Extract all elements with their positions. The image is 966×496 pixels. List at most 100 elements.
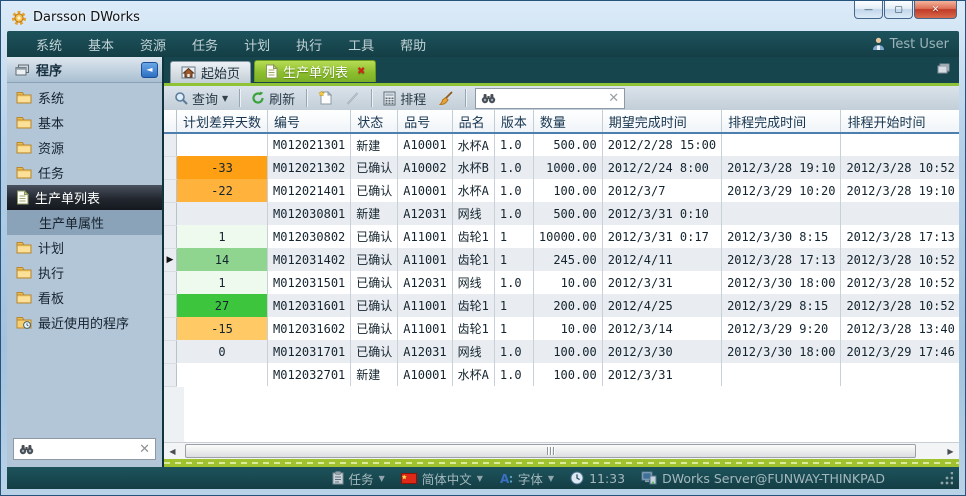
user-indicator[interactable]: Test User <box>872 37 949 52</box>
minimize-button[interactable]: — <box>854 1 883 19</box>
status-item-1[interactable]: 简体中文 ▼ <box>401 469 483 488</box>
column-header-4[interactable]: 品名 <box>452 110 494 133</box>
close-button[interactable]: ✕ <box>914 1 957 19</box>
cell: 新建 <box>351 202 398 225</box>
refresh-button[interactable]: 刷新 <box>247 87 299 110</box>
resize-grip[interactable] <box>939 472 953 486</box>
status-item-3[interactable]: 11:33 <box>570 471 625 486</box>
menu-item-4[interactable]: 计划 <box>244 39 270 54</box>
sidebar-item-9[interactable]: 最近使用的程序 <box>7 310 162 335</box>
schedule-button[interactable]: 排程 <box>379 87 430 110</box>
cell: 水杯A <box>452 179 494 202</box>
sidebar-item-7[interactable]: 执行 <box>7 260 162 285</box>
sidebar-item-8[interactable]: 看板 <box>7 285 162 310</box>
cell: 27 <box>177 294 268 317</box>
scroll-left-icon[interactable]: ◀ <box>164 443 181 459</box>
query-button[interactable]: 查询 ▼ <box>170 87 232 110</box>
sidebar-item-label: 执行 <box>38 263 64 282</box>
table-row[interactable]: 27M012031601已确认A11001齿轮11200.002012/4/25… <box>164 294 959 317</box>
sidebar-item-3[interactable]: 任务 <box>7 160 162 185</box>
table-row[interactable]: M012030801新建A12031网线1.0500.002012/3/31 0… <box>164 202 959 225</box>
cell: 500.00 <box>533 202 602 225</box>
menu-item-2[interactable]: 资源 <box>140 39 166 54</box>
query-dropdown-icon: ▼ <box>222 94 228 103</box>
column-header-1[interactable]: 编号 <box>268 110 351 133</box>
cell: 2012/3/28 17:13 <box>841 225 959 248</box>
column-header-6[interactable]: 数量 <box>533 110 602 133</box>
maximize-button[interactable]: ▢ <box>884 1 913 19</box>
scroll-right-icon[interactable]: ▶ <box>942 443 959 459</box>
table-row[interactable]: M012021301新建A10001水杯A1.0500.002012/2/28 … <box>164 133 959 156</box>
toolbar-search-input[interactable] <box>500 91 604 105</box>
table-row[interactable]: -22M012021401已确认A10001水杯A1.0100.002012/3… <box>164 179 959 202</box>
edit-button[interactable] <box>341 89 364 108</box>
cell: 2012/3/30 18:00 <box>722 340 841 363</box>
scrollbar-track[interactable] <box>181 443 942 459</box>
folder-icon <box>16 91 32 104</box>
sidebar-item-5[interactable]: 生产单属性 <box>7 210 162 235</box>
sidebar-search-clear-icon[interactable]: ✕ <box>139 442 150 457</box>
menu-item-1[interactable]: 基本 <box>88 39 114 54</box>
tab-0[interactable]: 起始页 <box>170 61 251 83</box>
sidebar-item-2[interactable]: 资源 <box>7 135 162 160</box>
document-icon <box>265 64 278 79</box>
cell: 10.00 <box>533 317 602 340</box>
tab-1[interactable]: 生产单列表✖ <box>254 60 376 82</box>
cell: 水杯A <box>452 133 494 156</box>
new-button[interactable] <box>314 88 337 108</box>
menu-item-5[interactable]: 执行 <box>296 39 322 54</box>
row-indicator <box>164 317 177 340</box>
table-row[interactable]: -33M012021302已确认A10002水杯B1.01000.002012/… <box>164 156 959 179</box>
sidebar-item-1[interactable]: 基本 <box>7 110 162 135</box>
cell: 2012/3/29 9:20 <box>722 317 841 340</box>
column-header-0[interactable]: 计划差异天数 <box>177 110 268 133</box>
cell: 2012/4/11 <box>602 248 721 271</box>
menu-item-3[interactable]: 任务 <box>192 39 218 54</box>
menu-item-6[interactable]: 工具 <box>348 39 374 54</box>
cell: 2012/2/24 8:00 <box>602 156 721 179</box>
table-row[interactable]: ▶14M012031402已确认A11001齿轮11245.002012/4/1… <box>164 248 959 271</box>
column-header-5[interactable]: 版本 <box>494 110 533 133</box>
column-header-8[interactable]: 排程完成时间 <box>722 110 841 133</box>
sidebar-item-4[interactable]: 生产单列表 <box>7 185 162 210</box>
status-label: 11:33 <box>589 471 625 486</box>
sidebar-search-box: ✕ <box>13 438 156 460</box>
cell: 网线 <box>452 202 494 225</box>
tab-close-icon[interactable]: ✖ <box>357 66 365 77</box>
horizontal-scrollbar[interactable]: ◀ ▶ <box>164 442 959 459</box>
menu-item-7[interactable]: 帮助 <box>400 39 426 54</box>
scrollbar-thumb[interactable] <box>185 444 916 458</box>
cell: M012021301 <box>268 133 351 156</box>
menu-item-0[interactable]: 系统 <box>36 39 62 54</box>
table-row[interactable]: -15M012031602已确认A11001齿轮1110.002012/3/14… <box>164 317 959 340</box>
sidebar-item-0[interactable]: 系统 <box>7 85 162 110</box>
clean-button[interactable] <box>434 89 458 108</box>
table-row[interactable]: M012032701新建A10001水杯A1.0100.002012/3/31 <box>164 363 959 386</box>
table-row[interactable]: 1M012030802已确认A11001齿轮1110000.002012/3/3… <box>164 225 959 248</box>
window-stack-icon <box>15 64 30 76</box>
table-row[interactable]: 1M012031501已确认A12031网线1.010.002012/3/312… <box>164 271 959 294</box>
toolbar-search-clear-icon[interactable]: ✕ <box>608 91 619 106</box>
column-header-3[interactable]: 品号 <box>398 110 452 133</box>
table-row[interactable]: 0M012031701已确认A12031网线1.0100.002012/3/30… <box>164 340 959 363</box>
tab-list-icon[interactable] <box>936 63 951 75</box>
server-icon <box>641 471 657 485</box>
status-item-4[interactable]: DWorks Server@FUNWAY-THINKPAD <box>641 471 885 486</box>
sidebar-item-6[interactable]: 计划 <box>7 235 162 260</box>
status-item-2[interactable]: A 字体 ▼ <box>499 469 554 488</box>
title-bar[interactable]: Darsson DWorks — ▢ ✕ <box>7 4 959 31</box>
column-header-9[interactable]: 排程开始时间 <box>841 110 959 133</box>
sidebar-search-input[interactable] <box>34 442 139 456</box>
column-header-2[interactable]: 状态 <box>351 110 398 133</box>
status-item-0[interactable]: 任务 ▼ <box>332 469 385 488</box>
sidebar-collapse-button[interactable]: ◄ <box>141 62 158 78</box>
cell: M012021401 <box>268 179 351 202</box>
status-bar: 任务 ▼ 简体中文 ▼ A 字体 ▼ 11:33 DWorks Server@F… <box>7 467 959 489</box>
cell <box>841 202 959 225</box>
status-label: 字体 <box>518 469 543 488</box>
column-header-7[interactable]: 期望完成时间 <box>602 110 721 133</box>
row-indicator <box>164 179 177 202</box>
cell: -22 <box>177 179 268 202</box>
cell: M012030802 <box>268 225 351 248</box>
cell: 245.00 <box>533 248 602 271</box>
